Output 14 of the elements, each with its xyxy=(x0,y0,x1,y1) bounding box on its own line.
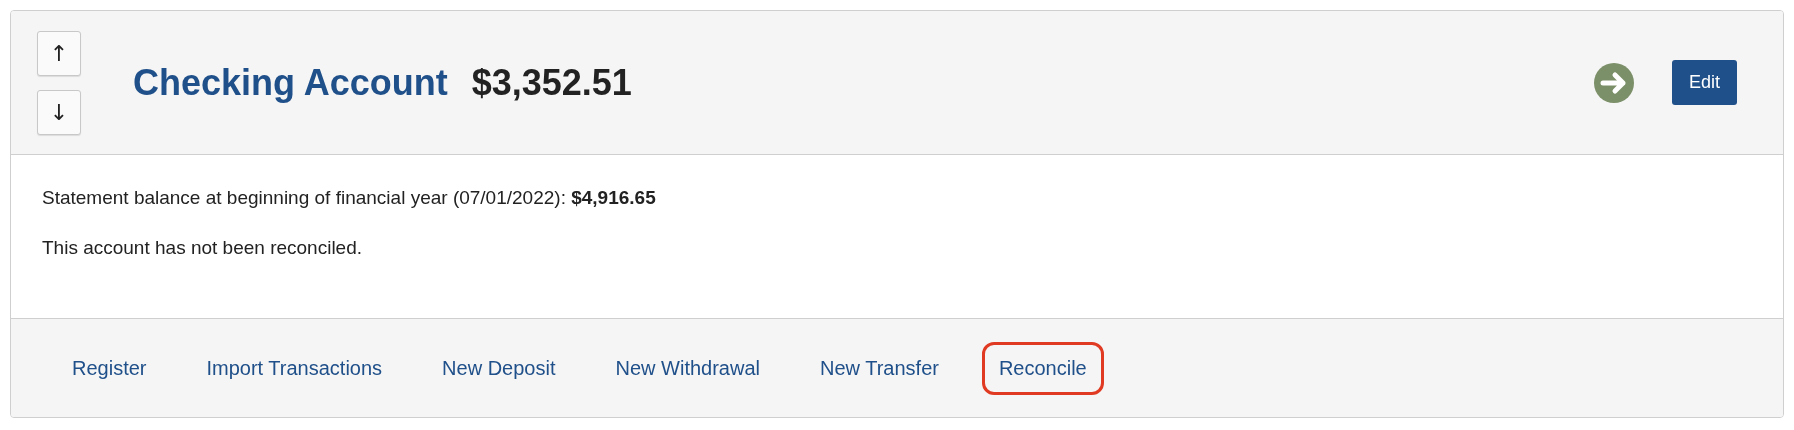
action-link[interactable]: New Deposit xyxy=(425,341,573,395)
account-title[interactable]: Checking Account xyxy=(133,61,448,104)
account-balance: $3,352.51 xyxy=(471,61,632,104)
account-detail: Statement balance at beginning of financial year (07/01/2022): $4,916.65 xyxy=(42,187,657,209)
arrow-right-icon[interactable] xyxy=(1593,62,1634,103)
account-detail: This account has not been reconciled. xyxy=(42,237,364,259)
action-link[interactable]: New Transfer xyxy=(803,341,956,395)
move-up-button[interactable]: ↑ xyxy=(37,30,81,76)
move-down-button[interactable]: ↓ xyxy=(37,89,81,135)
action-link[interactable]: Import Transactions xyxy=(189,341,400,395)
action-link[interactable]: New Withdrawal xyxy=(598,341,777,395)
edit-button[interactable]: Edit xyxy=(1671,60,1737,105)
action-link[interactable]: Register xyxy=(55,341,164,395)
action-link[interactable]: Reconcile xyxy=(981,341,1104,395)
